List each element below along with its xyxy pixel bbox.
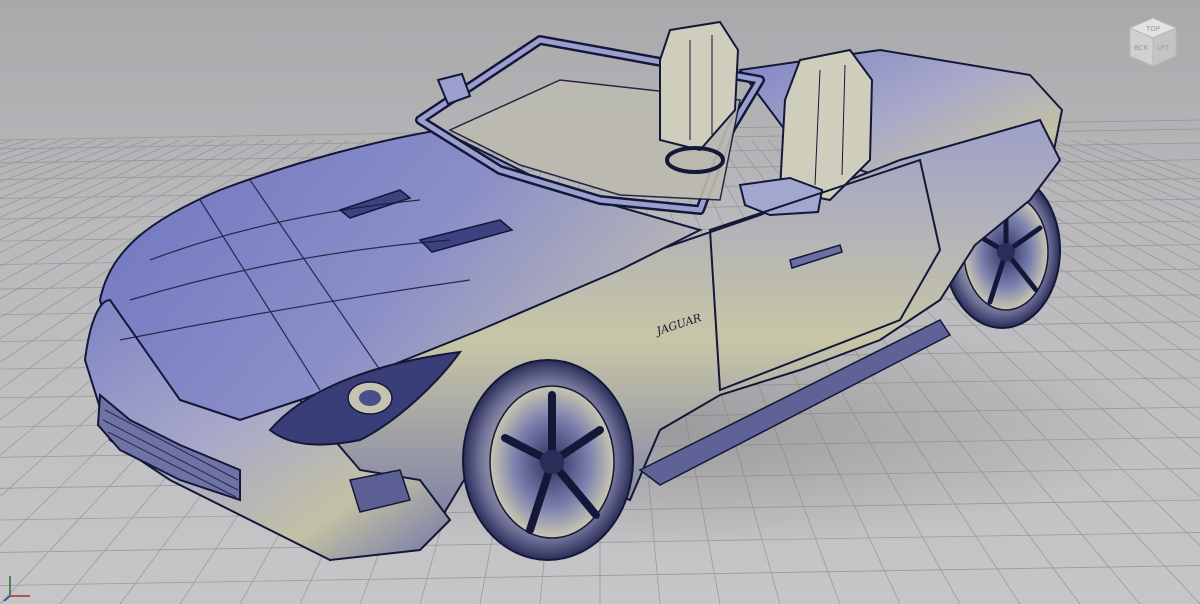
grid-line [0,139,97,175]
viewcube-top-label[interactable]: TOP [1145,25,1160,33]
viewcube-side-label[interactable]: LFT [1157,44,1170,52]
grid-line [0,139,80,168]
grid-line [0,139,13,145]
cube-icon[interactable]: BCK LFT TOP [1128,17,1178,67]
xyz-axis-icon [3,576,30,602]
grid-line [1103,139,1200,175]
grid-line [0,139,63,162]
3d-viewport[interactable]: JAGUAR BCK LFT TOP [0,0,1200,604]
front-wheel [462,359,634,561]
model-scene[interactable]: JAGUAR [0,0,1200,604]
grid-line [0,139,46,156]
viewcube-front-label[interactable]: BCK [1134,44,1149,52]
viewcube[interactable]: BCK LFT TOP [1124,14,1182,72]
